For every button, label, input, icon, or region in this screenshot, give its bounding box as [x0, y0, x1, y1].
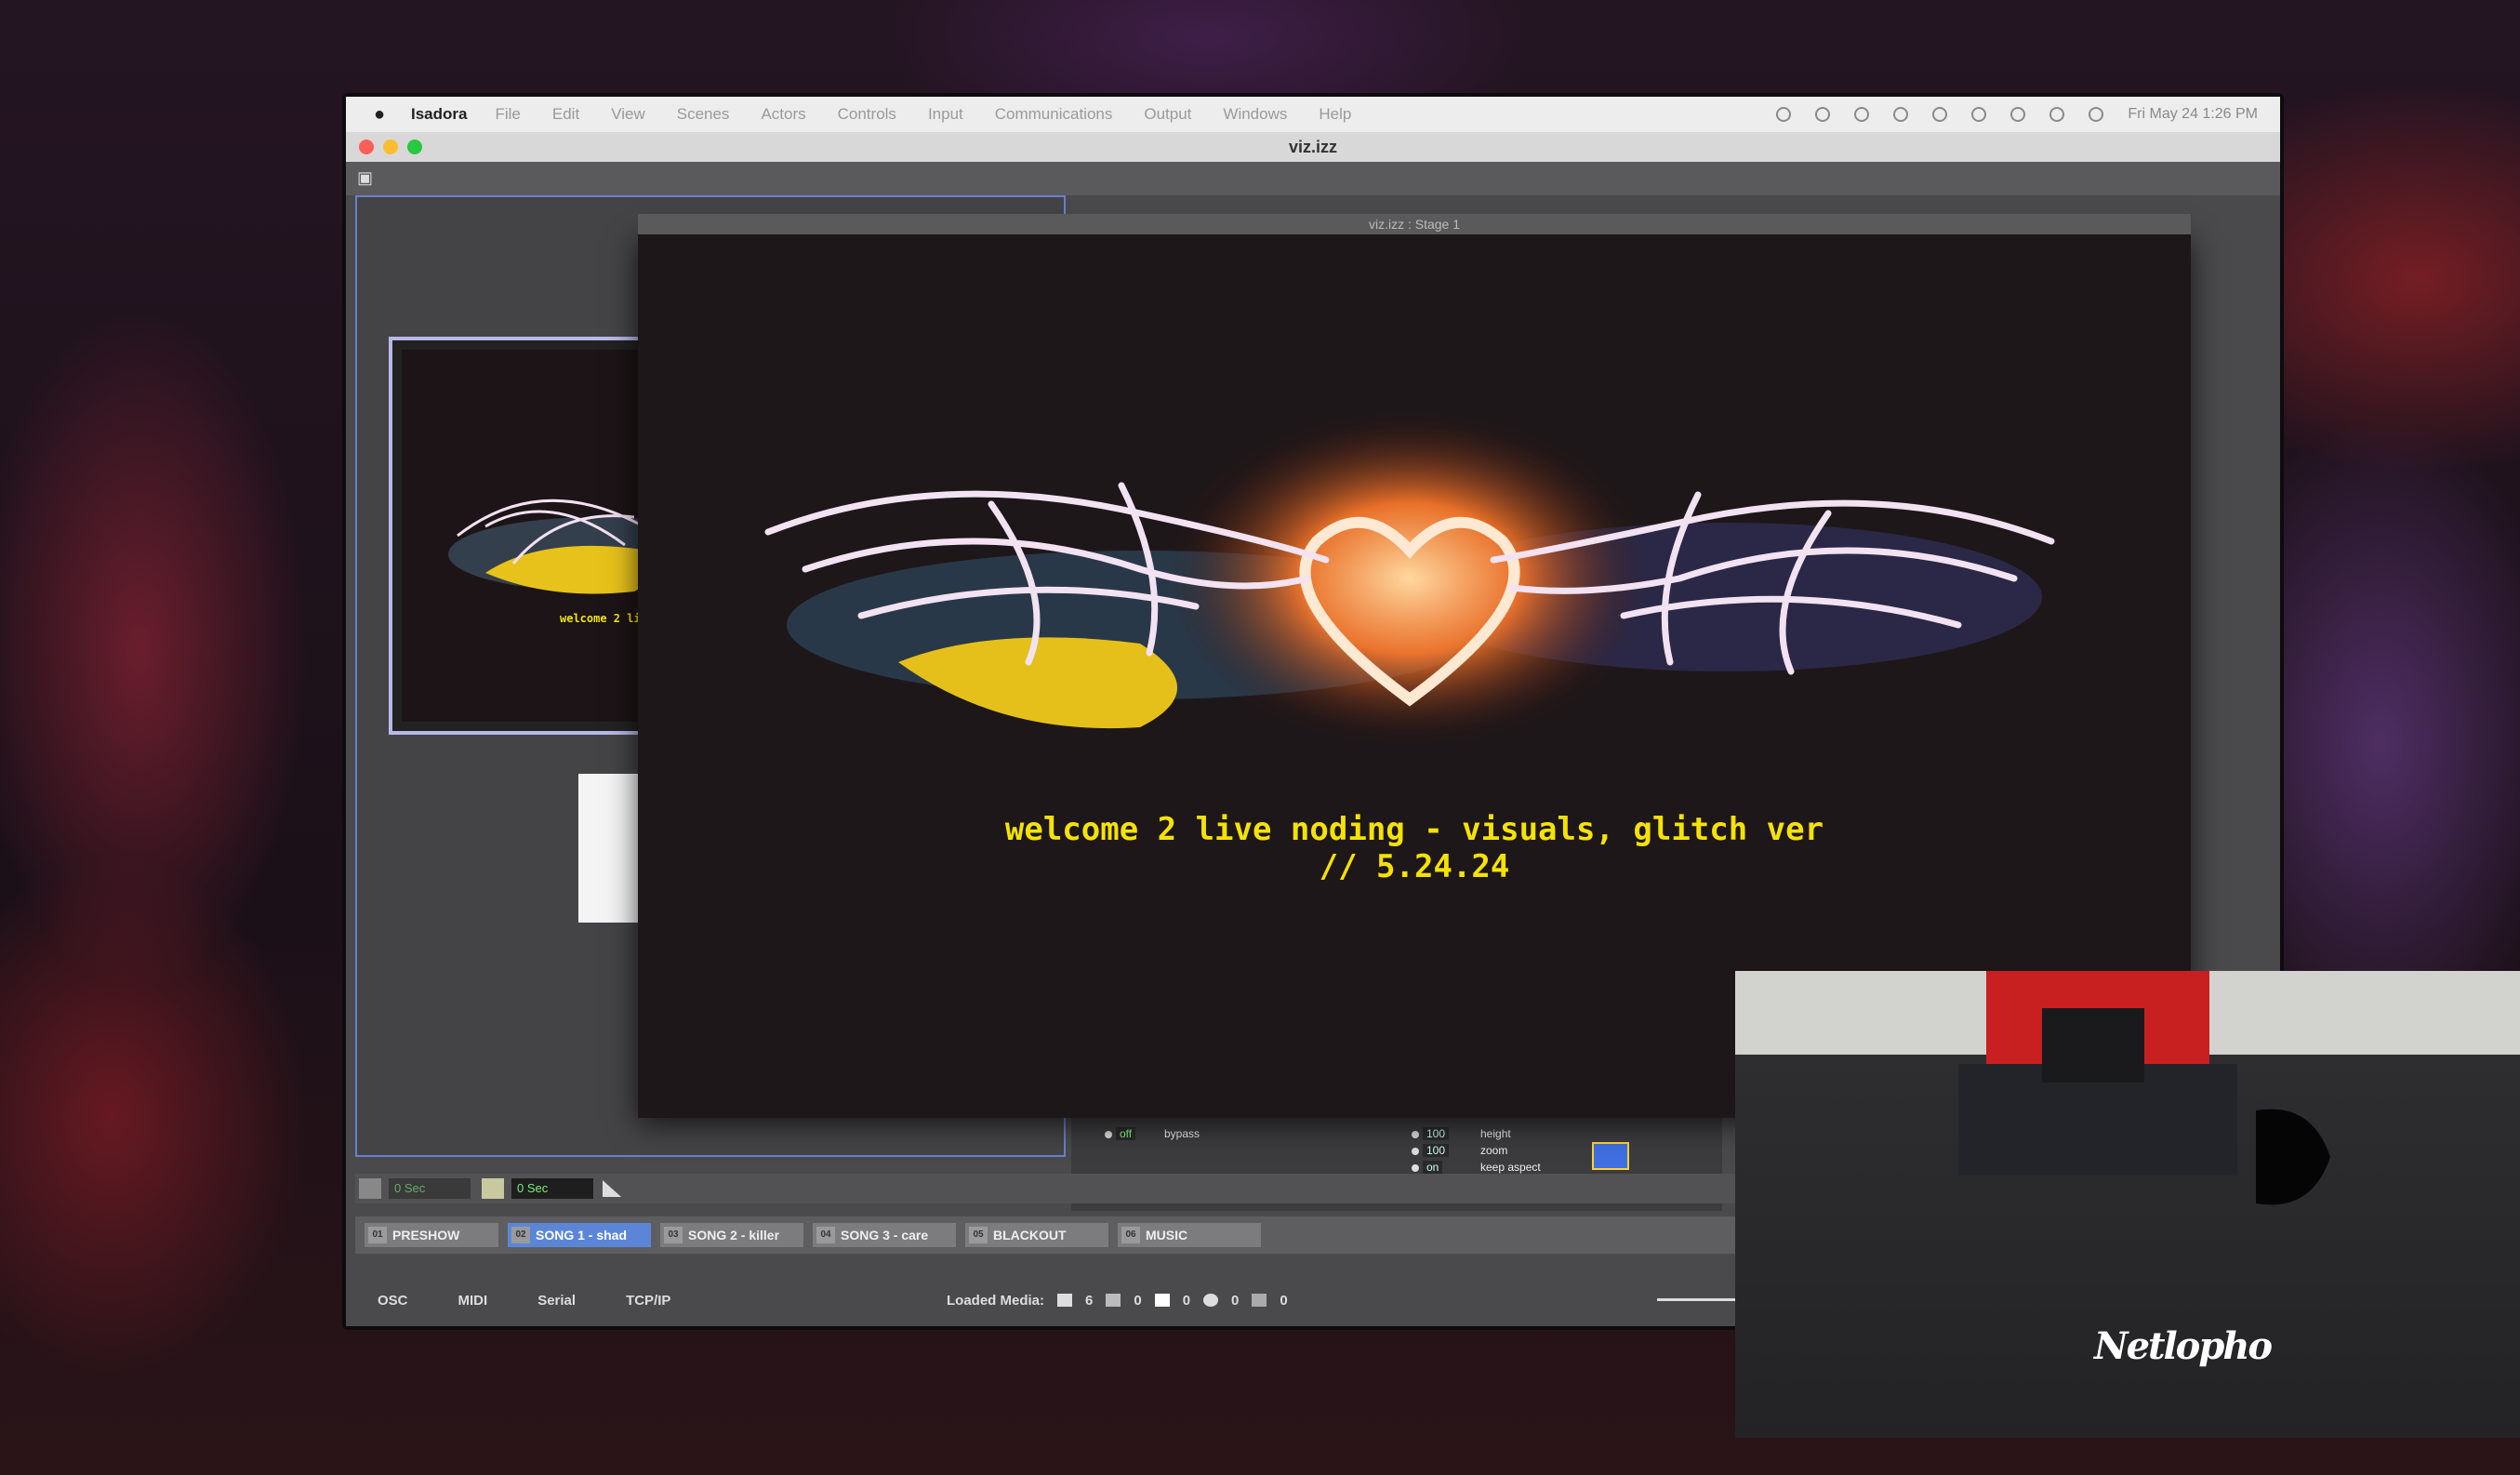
apple-icon[interactable]: ●: [374, 105, 392, 124]
menu-app-name[interactable]: Isadora: [411, 105, 467, 124]
keep-aspect-value[interactable]: on: [1423, 1161, 1443, 1174]
time-field-a[interactable]: 0 Sec: [389, 1178, 471, 1199]
keep-aspect-label: keep aspect: [1480, 1161, 1541, 1174]
zoom-window-button[interactable]: [407, 140, 422, 154]
bypass-label: bypass: [1164, 1127, 1200, 1140]
timeline-arrow-icon[interactable]: [603, 1180, 621, 1197]
webcam-overlay: Netlopho: [1735, 971, 2520, 1438]
movie-icon: [1057, 1294, 1073, 1307]
menu-controls[interactable]: Controls: [838, 105, 896, 124]
scene-song-3[interactable]: 04 SONG 3 - care: [813, 1223, 956, 1247]
moon-icon[interactable]: [1854, 107, 1870, 122]
winged-heart-graphic: [749, 411, 2070, 764]
lock-icon[interactable]: [482, 1178, 504, 1199]
scene-blackout[interactable]: 05 BLACKOUT: [965, 1223, 1108, 1247]
scene-preshow[interactable]: 01 PRESHOW: [365, 1223, 498, 1247]
window-title: viz.izz: [1288, 137, 1337, 156]
height-value[interactable]: 100: [1423, 1127, 1450, 1140]
logo-watermark: Netlopho: [2094, 1324, 2273, 1368]
loaded-media-info: Loaded Media: 6 0 0 0 0: [947, 1282, 1288, 1319]
video-icon: [1252, 1294, 1267, 1307]
3d-count: 0: [1231, 1292, 1240, 1309]
height-label: height: [1480, 1127, 1511, 1140]
input-port[interactable]: [1105, 1131, 1112, 1138]
stage-visual: [749, 411, 2070, 764]
osc-button[interactable]: OSC: [378, 1293, 408, 1309]
serial-button[interactable]: Serial: [537, 1293, 576, 1309]
window-titlebar: viz.izz: [346, 132, 2280, 162]
camera-icon[interactable]: ▣: [357, 169, 378, 186]
menu-communications[interactable]: Communications: [995, 105, 1113, 124]
timeline-icon[interactable]: [359, 1178, 381, 1199]
record-icon[interactable]: [1893, 107, 1909, 122]
input-port[interactable]: [1412, 1131, 1419, 1138]
picture-count: 0: [1182, 1292, 1191, 1309]
sound-count: 0: [1134, 1292, 1142, 1309]
menu-file[interactable]: File: [495, 105, 520, 124]
creative-cloud-icon[interactable]: [1815, 107, 1831, 122]
menubar-clock[interactable]: Fri May 24 1:26 PM: [2128, 106, 2258, 123]
movie-count: 6: [1085, 1292, 1094, 1309]
isadora-toolbar: ▣: [346, 162, 2280, 195]
menu-view[interactable]: View: [611, 105, 645, 124]
bypass-value[interactable]: off: [1116, 1127, 1136, 1140]
loaded-media-label: Loaded Media:: [947, 1292, 1045, 1309]
control-center-icon[interactable]: [2049, 107, 2065, 122]
menu-input[interactable]: Input: [928, 105, 963, 124]
stage-caption-line2: // 5.24.24: [1319, 848, 1510, 885]
siri-icon[interactable]: [2089, 107, 2104, 122]
menu-output[interactable]: Output: [1144, 105, 1191, 124]
tcpip-button[interactable]: TCP/IP: [626, 1293, 670, 1309]
time-field-b[interactable]: 0 Sec: [511, 1178, 593, 1199]
close-window-button[interactable]: [359, 140, 374, 154]
zoom-value[interactable]: 100: [1423, 1144, 1450, 1157]
bluetooth-icon[interactable]: [1932, 107, 1948, 122]
stage-caption-line1: welcome 2 live noding - visuals, glitch …: [1004, 811, 1824, 848]
menu-scenes[interactable]: Scenes: [677, 105, 730, 124]
video-count: 0: [1280, 1292, 1288, 1309]
search-icon[interactable]: [2010, 107, 2026, 122]
picture-icon: [1154, 1294, 1170, 1307]
midi-button[interactable]: MIDI: [458, 1293, 488, 1309]
input-port[interactable]: [1412, 1148, 1419, 1155]
zoom-label: zoom: [1480, 1144, 1508, 1157]
menu-actors[interactable]: Actors: [761, 105, 805, 124]
menu-windows[interactable]: Windows: [1223, 105, 1287, 124]
input-port[interactable]: [1412, 1164, 1419, 1172]
output-port-icon[interactable]: [1592, 1142, 1629, 1170]
wifi-icon[interactable]: [1971, 107, 1987, 122]
sound-icon: [1106, 1294, 1121, 1307]
scene-song-2[interactable]: 03 SONG 2 - killer: [660, 1223, 803, 1247]
scene-music[interactable]: 06 MUSIC: [1118, 1223, 1261, 1247]
stage-title: viz.izz : Stage 1: [638, 214, 2191, 234]
minimize-window-button[interactable]: [383, 140, 398, 154]
3d-icon: [1203, 1294, 1219, 1307]
status-area: Fri May 24 1:26 PM: [1776, 97, 2258, 132]
scene-song-1[interactable]: 02 SONG 1 - shad: [508, 1223, 651, 1247]
zoom-slider[interactable]: [1657, 1298, 1741, 1301]
menu-help[interactable]: Help: [1319, 105, 1351, 124]
menu-edit[interactable]: Edit: [552, 105, 579, 124]
mac-menubar: ● Isadora File Edit View Scenes Actors C…: [346, 97, 2280, 132]
upload-icon[interactable]: [1776, 107, 1792, 122]
